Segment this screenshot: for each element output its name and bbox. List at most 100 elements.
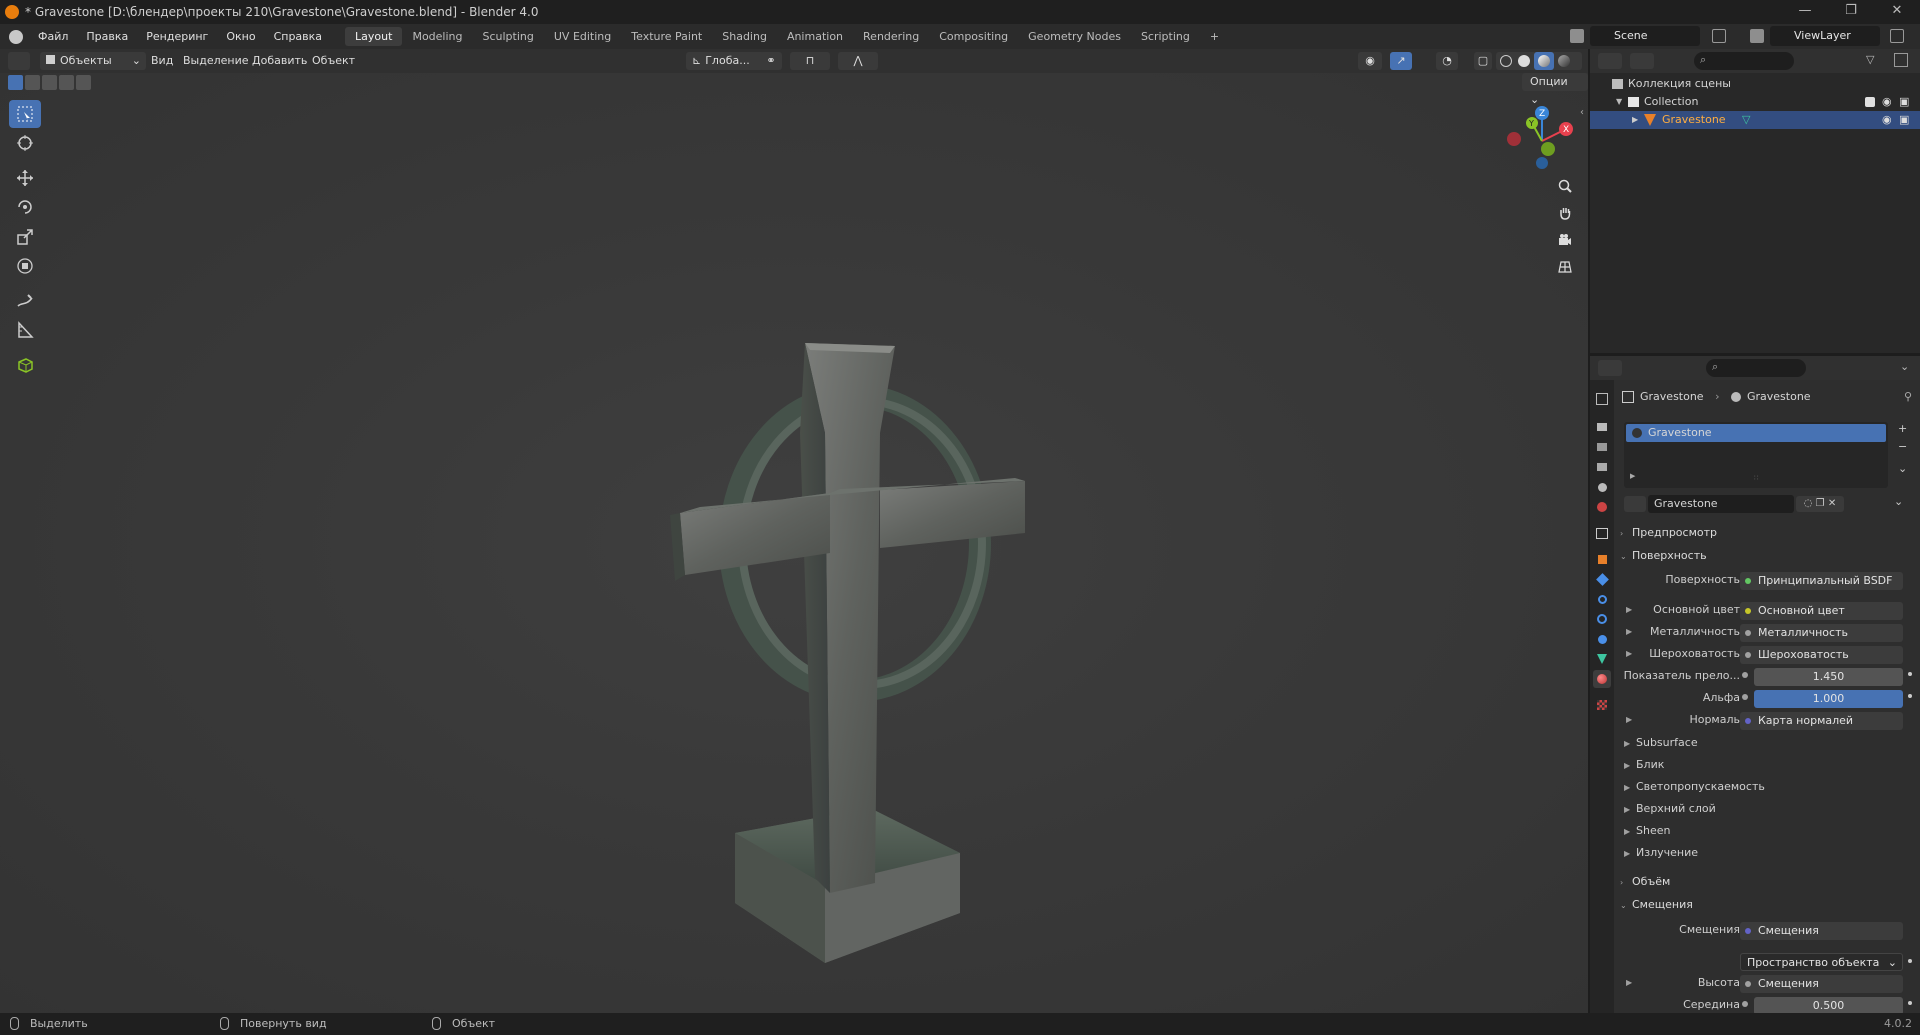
sheen-subpanel[interactable]: ▶ Sheen [1624, 820, 1670, 842]
options-dropdown[interactable]: Опции ⌄ [1522, 73, 1588, 106]
emission-subpanel[interactable]: ▶ Излучение [1624, 842, 1698, 864]
gizmo-neg-y-axis[interactable] [1541, 142, 1555, 156]
expand-arrow-icon[interactable]: ▶ [1626, 649, 1638, 658]
new-collection-icon[interactable] [1894, 53, 1908, 67]
tab-texture-paint[interactable]: Texture Paint [621, 27, 712, 46]
normal-field[interactable]: Карта нормалей [1740, 712, 1903, 730]
tab-modeling[interactable]: Modeling [402, 27, 472, 46]
new-view-layer-icon[interactable] [1890, 29, 1904, 43]
tab-sculpting[interactable]: Sculpting [473, 27, 544, 46]
scale-tool[interactable] [9, 223, 41, 251]
menu-edit[interactable]: Правка [77, 30, 137, 43]
keyframe-dot-icon[interactable] [1908, 672, 1912, 676]
scene-selector[interactable]: Scene [1590, 26, 1700, 46]
filter-icon[interactable]: ▽ [1866, 53, 1874, 66]
proportional-editing-icon[interactable]: ⋀ [838, 52, 878, 70]
tab-scripting[interactable]: Scripting [1131, 27, 1200, 46]
gizmo-neg-z-axis[interactable] [1536, 157, 1548, 169]
move-tool[interactable] [9, 164, 41, 192]
navigation-gizmo[interactable]: Z X Y [1500, 101, 1580, 171]
menu-help[interactable]: Справка [265, 30, 331, 43]
expand-arrow-icon[interactable]: ▶ [1630, 472, 1635, 480]
mesh-data-icon[interactable]: ▽ [1742, 111, 1750, 129]
particles-tab-icon[interactable] [1593, 590, 1611, 608]
mode-selector[interactable]: Объекты ⌄ [40, 52, 146, 70]
menu-select[interactable]: Выделение [183, 52, 249, 70]
gizmo-toggle-icon[interactable]: ↗ [1390, 52, 1412, 70]
physics-tab-icon[interactable] [1593, 610, 1611, 628]
overlays-icon[interactable]: ◔ [1436, 52, 1458, 70]
menu-render[interactable]: Рендеринг [137, 30, 217, 43]
measure-tool[interactable] [9, 316, 41, 344]
maximize-button[interactable]: ❐ [1828, 0, 1874, 24]
camera-icon[interactable]: ▣ [1899, 111, 1909, 129]
minimize-button[interactable]: — [1782, 0, 1828, 24]
keyframe-dot-icon[interactable] [1908, 1001, 1912, 1005]
subsurface-subpanel[interactable]: ▶ Subsurface [1624, 732, 1698, 754]
expand-arrow-icon[interactable]: ▼ [1616, 93, 1622, 111]
expand-arrow-icon[interactable]: ▶ [1626, 605, 1638, 614]
menu-file[interactable]: Файл [29, 30, 77, 43]
add-cube-tool[interactable] [9, 351, 41, 379]
object-tab-icon[interactable] [1593, 550, 1611, 568]
menu-add[interactable]: Добавить [252, 52, 307, 70]
zoom-icon[interactable] [1552, 173, 1578, 199]
material-preview-shading-icon[interactable] [1534, 52, 1554, 70]
camera-icon[interactable]: ▣ [1899, 93, 1909, 111]
menu-object[interactable]: Объект [312, 52, 355, 70]
visibility-icon[interactable]: ◉ [1358, 52, 1382, 70]
surface-section[interactable]: ⌄ Поверхность [1620, 545, 1914, 567]
chevron-down-icon[interactable]: ⌄ [1900, 360, 1909, 373]
blender-menu-icon[interactable] [9, 29, 23, 44]
outliner-display-mode-icon[interactable] [1630, 53, 1654, 69]
slot-menu-icon[interactable]: ⌄ [1898, 462, 1907, 475]
displacement-field[interactable]: Смещения [1740, 922, 1903, 940]
tab-compositing[interactable]: Compositing [929, 27, 1018, 46]
rotate-tool[interactable] [9, 193, 41, 221]
specular-subpanel[interactable]: ▶ Блик [1624, 754, 1664, 776]
tab-layout[interactable]: Layout [345, 27, 403, 46]
output-tab-icon[interactable] [1593, 438, 1611, 456]
eye-icon[interactable]: ◉ [1882, 111, 1892, 129]
pan-hand-icon[interactable] [1552, 200, 1578, 226]
keyframe-dot-icon[interactable] [1908, 959, 1912, 963]
rendered-shading-icon[interactable] [1558, 55, 1570, 67]
select-extend-icon[interactable] [25, 75, 40, 90]
modifier-tab-icon[interactable] [1593, 570, 1611, 588]
view-layer-icon[interactable] [1750, 29, 1764, 43]
properties-editor-type-icon[interactable] [1598, 360, 1622, 376]
metallic-field[interactable]: Металличность [1740, 624, 1903, 642]
expand-arrow-icon[interactable]: ▶ [1632, 111, 1638, 129]
close-button[interactable]: ✕ [1874, 0, 1920, 24]
displacement-section[interactable]: ⌄ Смещения [1620, 894, 1914, 916]
wireframe-shading-icon[interactable] [1500, 55, 1512, 67]
roughness-field[interactable]: Шероховатость [1740, 646, 1903, 664]
expand-arrow-icon[interactable]: ▶ [1626, 627, 1638, 636]
select-box-tool[interactable] [9, 100, 41, 128]
properties-search-input[interactable]: ⌕ [1706, 359, 1806, 377]
data-tab-icon[interactable] [1593, 650, 1611, 668]
add-workspace-button[interactable]: + [1200, 27, 1229, 46]
pin-icon[interactable]: ⚲ [1904, 388, 1912, 406]
snap-icon[interactable]: ⊓ [790, 52, 830, 70]
view-layer-tab-icon[interactable] [1593, 458, 1611, 476]
select-subtract-icon[interactable] [42, 75, 57, 90]
tab-shading[interactable]: Shading [712, 27, 777, 46]
volume-section[interactable]: › Объём [1620, 871, 1914, 893]
displacement-space-dropdown[interactable]: Пространство объекта ⌄ [1740, 953, 1903, 971]
select-invert-icon[interactable] [59, 75, 74, 90]
menu-window[interactable]: Окно [217, 30, 264, 43]
outliner-row-scene-collection[interactable]: Коллекция сцены [1590, 75, 1920, 93]
scene-tab-icon[interactable] [1593, 478, 1611, 496]
tab-rendering[interactable]: Rendering [853, 27, 929, 46]
tab-geometry-nodes[interactable]: Geometry Nodes [1018, 27, 1131, 46]
outliner-search-input[interactable]: ⌕ [1694, 52, 1794, 70]
remove-slot-icon[interactable]: − [1898, 440, 1907, 453]
tab-animation[interactable]: Animation [777, 27, 853, 46]
3d-viewport[interactable]: Опции ⌄ Z X Y ‹ [0, 73, 1588, 1013]
render-tab-icon[interactable] [1593, 418, 1611, 436]
material-user-buttons[interactable]: ◌ ❐ ✕ [1796, 496, 1844, 512]
base-color-field[interactable]: Основной цвет [1740, 602, 1903, 620]
editor-type-icon[interactable] [8, 52, 30, 70]
resize-handle-icon[interactable]: ∷ [1754, 474, 1758, 482]
